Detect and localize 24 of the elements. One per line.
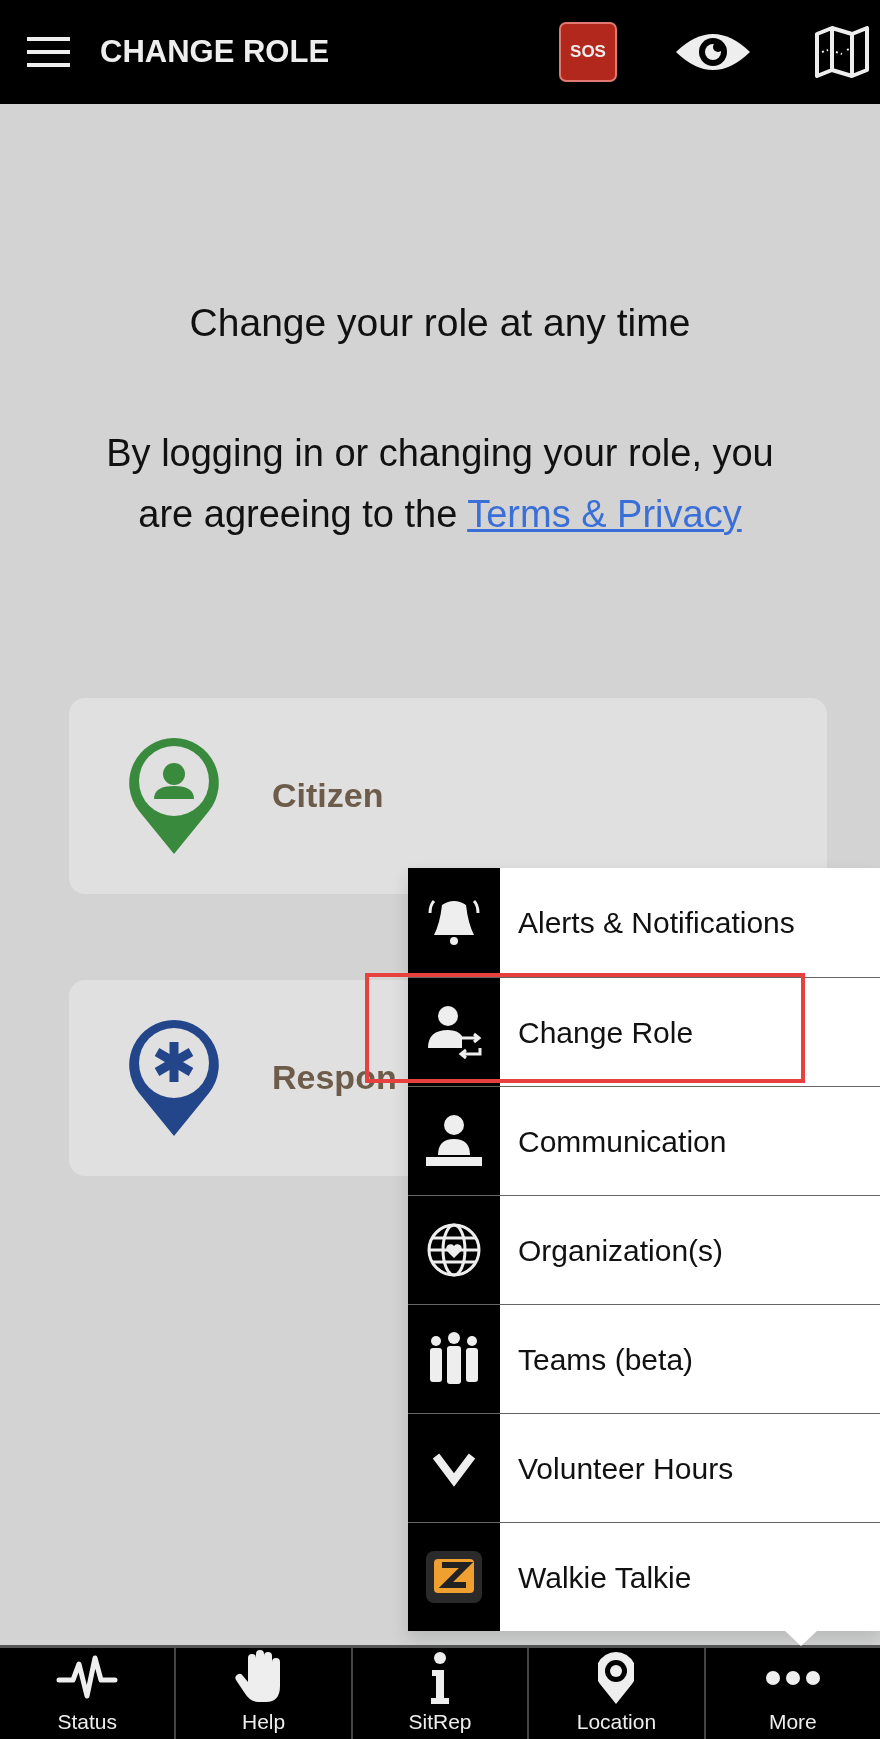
menu-item[interactable]: Teams (beta) [408,1304,880,1413]
nav-tab[interactable]: Location [527,1648,704,1739]
location-pin-icon [598,1649,635,1706]
nav-tab[interactable]: Status [0,1648,175,1739]
menu-item[interactable]: Communication [408,1086,880,1195]
menu-icon [27,37,70,67]
nav-tab[interactable]: Help [174,1648,351,1739]
nav-tab[interactable]: More [703,1648,880,1739]
menu-button[interactable] [27,37,70,67]
sos-button[interactable]: SOS [559,22,617,82]
agreement-text: By logging in or changing your role, you are agreeing to the Terms & Privacy [105,430,775,537]
nav-tab[interactable]: SitRep [350,1648,528,1739]
role-label: Citizen [272,775,384,816]
intro-heading: Change your role at any time [189,300,691,346]
menu-item[interactable]: Organization(s) [408,1195,880,1304]
info-icon [430,1649,450,1706]
screen-title: CHANGE ROLE [100,32,330,71]
menu-item[interactable]: Volunteer Hours [408,1413,880,1522]
map-icon [814,26,870,78]
role-card[interactable]: Citizen [69,697,827,894]
map-button[interactable] [814,26,870,78]
menu-item[interactable]: Change Role [408,977,880,1086]
more-icon [764,1669,821,1686]
menu-item[interactable]: Walkie Talkie [408,1522,880,1631]
